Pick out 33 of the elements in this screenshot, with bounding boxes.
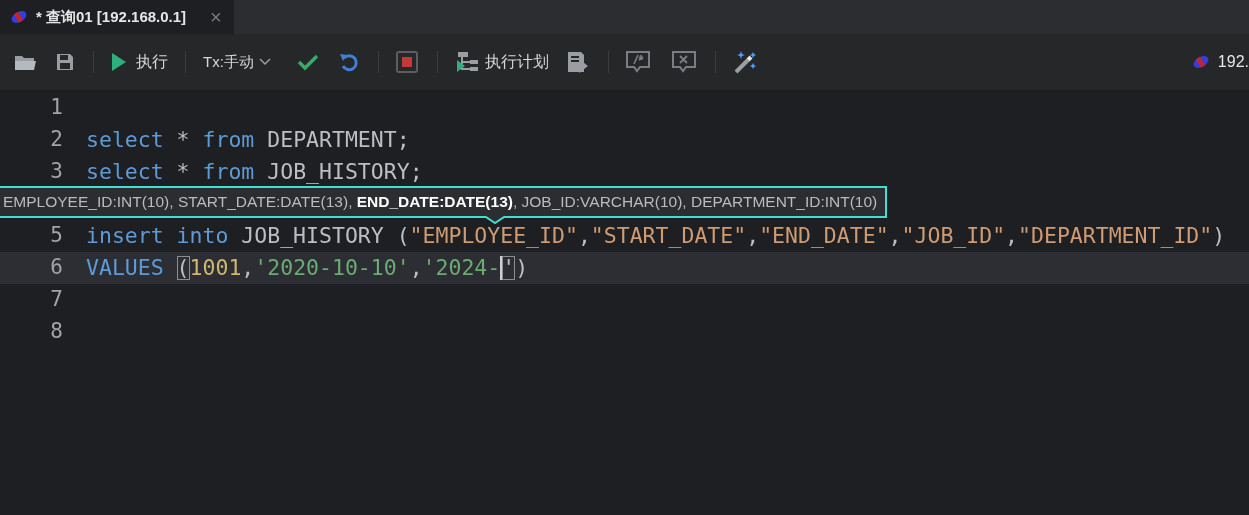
tab-title: * 查询01 [192.168.0.1] [36,6,187,27]
line-number: 7 [50,287,63,312]
line-number: 3 [50,159,63,184]
folder-icon[interactable] [14,53,36,71]
close-icon[interactable]: × [210,7,222,27]
parameter-list: EMPLOYEE_ID:INT(10), START_DATE:DATE(13), END_DATE:DATE(13), JOB_ID:VARCHAR(10), DEPARTMENT_ID:INT(10) [3,190,878,214]
code-line: insert into JOB_HISTORY ("EMPLOYEE_ID","START_DATE","END_DATE","JOB_ID","DEPARTMENT_ID") [86,224,1226,248]
explain-plan-button[interactable]: 执行计划 [454,50,549,74]
save-icon[interactable] [56,53,74,71]
run-button[interactable]: 执行 [111,50,168,74]
line-number: 2 [50,127,63,152]
editor-tab[interactable]: * 查询01 [192.168.0.1] × [0,0,234,34]
play-icon[interactable] [111,52,127,72]
stop-icon[interactable] [395,51,418,73]
code-line: select * from DEPARTMENT; [86,128,410,152]
code-line: select * from JOB_HISTORY; [86,160,423,184]
transaction-dropdown[interactable]: Tx:手动 [203,50,271,74]
code-line: VALUES (1001,'2020-10-10','2024-') [86,256,529,280]
database-icon [10,8,28,26]
line-number: 6 [50,255,63,280]
document-play-icon[interactable] [566,51,589,73]
chevron-down-icon[interactable] [258,58,271,66]
magic-wand-icon[interactable] [732,50,757,74]
line-number: 5 [50,223,63,248]
plan-icon[interactable] [454,51,479,73]
line-number: 8 [50,319,63,344]
check-icon[interactable] [296,53,319,71]
uncomment-icon[interactable] [671,51,696,73]
comment-icon[interactable] [625,51,650,73]
connection-label: 192. [1217,52,1249,72]
undo-icon[interactable] [338,52,359,72]
database-icon [1191,53,1210,71]
line-number: 1 [50,95,63,120]
